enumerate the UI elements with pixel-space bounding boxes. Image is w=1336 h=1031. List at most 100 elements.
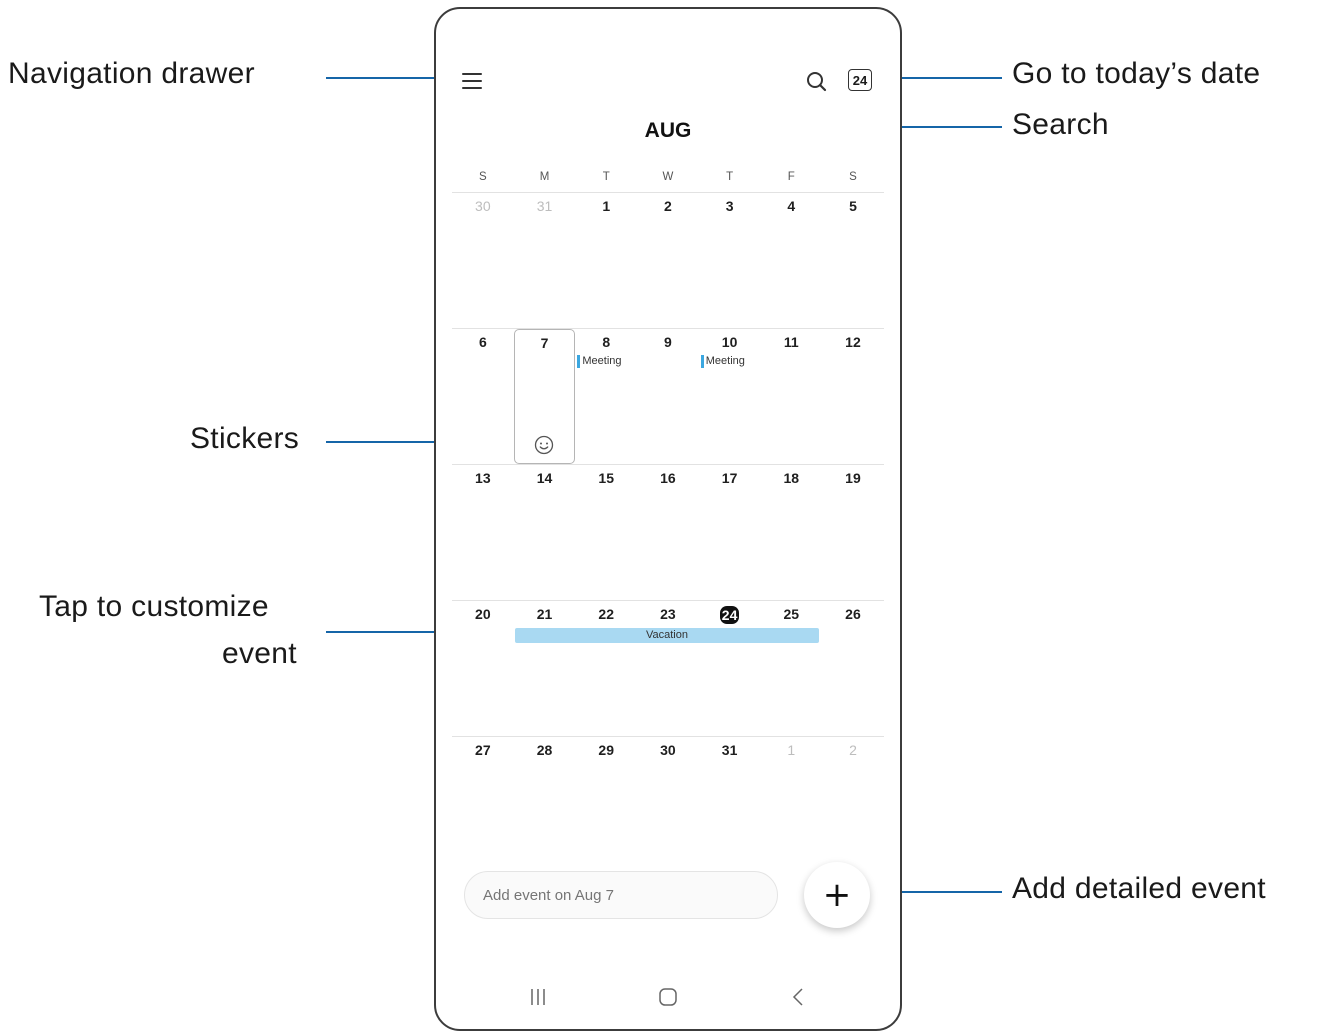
day-number: 2 [664,198,672,214]
day-number: 30 [660,742,676,758]
week-row: 30 31 1 2 3 4 5 [452,192,884,328]
day-number: 25 [783,606,800,622]
day-number: 4 [787,198,796,214]
day-number: 8 [602,334,611,350]
weekday-label: W [662,171,674,183]
event-meeting[interactable]: Meeting [577,355,622,368]
day-cell[interactable]: 15 [575,465,637,600]
day-cell[interactable]: 1 [760,737,822,872]
day-cell[interactable]: 17 [699,465,761,600]
callout-search: Search [1012,108,1109,141]
day-cell[interactable]: 31 [514,193,576,328]
weekday-label: M [539,171,550,183]
day-cell[interactable]: 28 [514,737,576,872]
week-row: 20 21 22 23 24 25 26 Vacation [452,600,884,736]
day-cell[interactable]: 8 Meeting [575,329,637,464]
day-cell[interactable]: 31 [699,737,761,872]
callout-navigation-drawer: Navigation drawer [8,57,255,90]
day-cell[interactable]: 1 [575,193,637,328]
day-cell[interactable]: 26 [822,601,884,736]
day-number: 15 [598,470,614,486]
event-vacation[interactable]: Vacation [515,628,819,643]
day-cell[interactable]: 2 [637,193,699,328]
day-cell[interactable]: 11 [760,329,822,464]
day-cell[interactable]: 12 [822,329,884,464]
day-cell[interactable]: 4 [760,193,822,328]
day-number: 16 [660,470,676,486]
day-cell[interactable]: 10 Meeting [699,329,761,464]
day-number: 5 [849,198,857,214]
day-cell[interactable]: 5 [822,193,884,328]
day-cell-today[interactable]: 24 [699,601,761,736]
weekday-label: T [602,171,610,183]
system-nav-bar [436,969,900,1019]
day-cell[interactable]: 21 [514,601,576,736]
day-cell[interactable]: 22 [575,601,637,736]
weekday-header: S M T W T F S [452,171,884,191]
add-event-button[interactable]: + [804,862,870,928]
day-number: 13 [475,470,491,486]
weekday-label: F [787,171,795,183]
callout-customize-line2: event [222,637,297,670]
day-number: 21 [536,606,553,622]
weekday-label: T [726,171,734,183]
day-cell[interactable]: 14 [514,465,576,600]
day-number: 22 [598,606,614,622]
recent-apps-icon[interactable] [518,981,558,1011]
day-number: 1 [787,742,796,758]
day-number: 26 [845,606,861,622]
day-cell[interactable]: 9 [637,329,699,464]
day-number: 11 [783,334,799,350]
day-cell[interactable]: 30 [637,737,699,872]
back-icon[interactable] [778,981,818,1011]
callout-add-detailed: Add detailed event [1012,872,1266,905]
day-cell[interactable]: 23 [637,601,699,736]
day-number: 2 [849,742,857,758]
search-icon[interactable] [804,69,830,95]
day-number: 17 [721,470,738,486]
day-cell[interactable]: 30 [452,193,514,328]
month-grid: 30 31 1 2 3 4 5 6 7 8 Meeting 9 10 Meeti… [452,192,884,872]
today-highlight: 24 [719,606,740,624]
day-cell[interactable]: 25 [760,601,822,736]
weekday-label: S [479,171,487,183]
callout-customize-line1: Tap to customize [39,590,269,623]
day-cell[interactable]: 3 [699,193,761,328]
callout-stickers: Stickers [190,422,300,455]
day-number: 19 [845,470,861,486]
day-cell[interactable]: 2 [822,737,884,872]
phone-screen: 24 AUG S M T W T F S 30 31 1 2 3 4 5 6 7 [434,7,902,1031]
day-number: 30 [475,198,491,214]
day-number: 12 [845,334,861,350]
today-icon[interactable]: 24 [848,69,872,91]
add-event-input[interactable] [464,871,778,919]
day-cell[interactable]: 18 [760,465,822,600]
day-number: 10 [721,334,738,350]
menu-icon[interactable] [462,73,484,89]
day-number: 31 [721,742,738,758]
day-number: 3 [725,198,734,214]
event-meeting[interactable]: Meeting [700,355,745,368]
day-cell[interactable]: 27 [452,737,514,872]
day-number: 14 [536,470,553,486]
smiley-sticker-icon[interactable] [534,435,554,455]
day-number: 18 [783,470,800,486]
month-title: AUG [644,119,692,142]
day-number: 7 [540,335,549,351]
day-number: 9 [664,334,672,350]
callout-today: Go to today’s date [1012,57,1261,90]
week-row: 6 7 8 Meeting 9 10 Meeting 11 12 [452,328,884,464]
week-row: 27 28 29 30 31 1 2 [452,736,884,872]
day-cell[interactable]: 19 [822,465,884,600]
day-number: 24 [699,606,761,624]
day-cell[interactable]: 20 [452,601,514,736]
weekday-label: S [849,171,857,183]
day-cell[interactable]: 16 [637,465,699,600]
day-cell-selected[interactable]: 7 [513,329,576,464]
day-number: 20 [475,606,491,622]
day-cell[interactable]: 6 [452,329,514,464]
home-icon[interactable] [648,981,688,1011]
day-number: 31 [536,198,553,214]
day-cell[interactable]: 29 [575,737,637,872]
day-cell[interactable]: 13 [452,465,514,600]
